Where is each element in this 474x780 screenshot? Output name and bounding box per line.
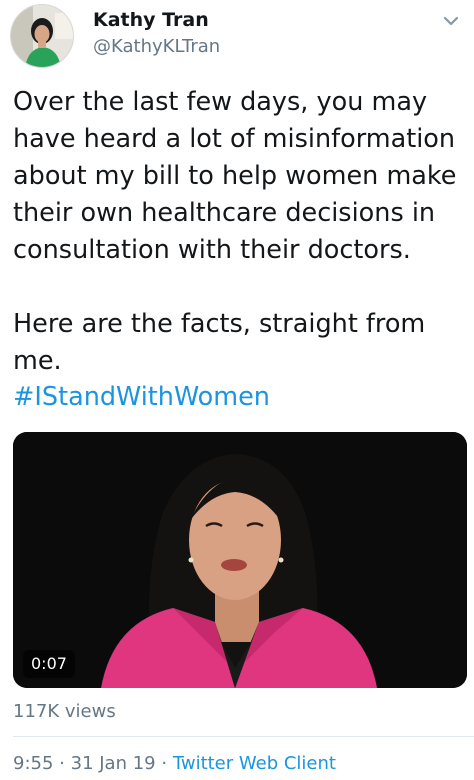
tweet-text: Over the last few days, you may have hea… (13, 87, 457, 376)
author-name[interactable]: Kathy Tran (93, 9, 209, 31)
tweet-meta: 9:55 · 31 Jan 19 · Twitter Web Client (13, 753, 336, 774)
tweet-date[interactable]: 31 Jan 19 (71, 753, 156, 774)
video-player[interactable]: 0:07 (13, 432, 467, 688)
client-link[interactable]: Twitter Web Client (173, 753, 336, 774)
chevron-down-icon[interactable] (440, 10, 462, 32)
avatar-image (11, 5, 73, 67)
divider (13, 736, 474, 737)
tweet-time[interactable]: 9:55 (13, 753, 53, 774)
meta-separator: · (161, 753, 168, 774)
view-count: 117K views (13, 701, 116, 722)
video-duration-badge: 0:07 (23, 650, 75, 678)
video-frame (13, 432, 467, 688)
meta-separator: · (59, 753, 65, 774)
avatar[interactable] (10, 4, 74, 68)
author-handle[interactable]: @KathyKLTran (93, 36, 220, 57)
tweet-header: Kathy Tran @KathyKLTran (0, 0, 474, 70)
hashtag-link[interactable]: #IStandWithWomen (13, 379, 270, 416)
